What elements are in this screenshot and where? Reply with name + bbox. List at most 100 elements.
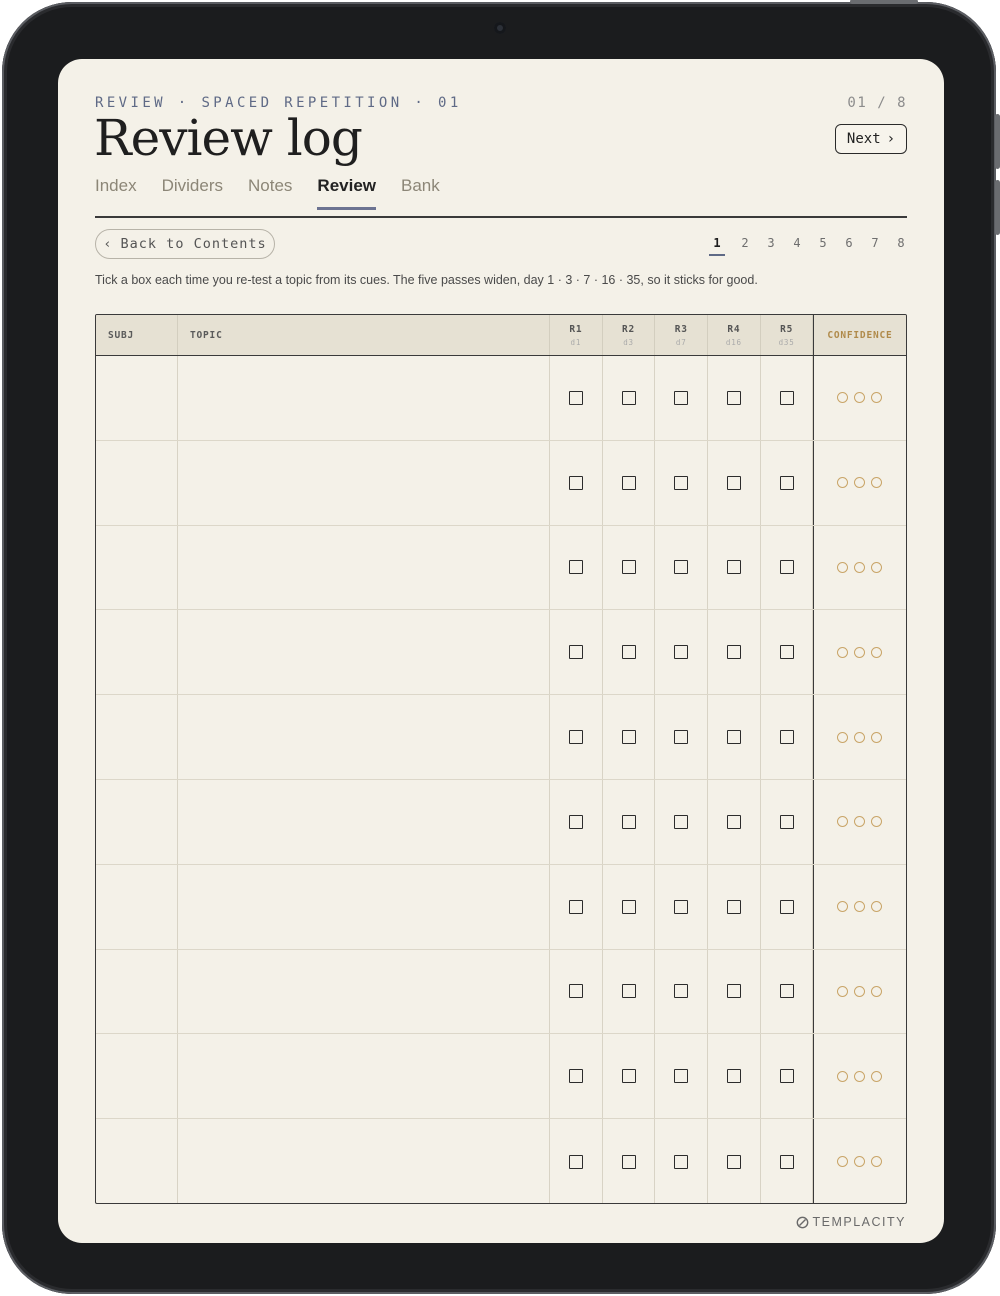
review-checkbox[interactable] bbox=[726, 1154, 741, 1169]
review-checkbox[interactable] bbox=[568, 899, 583, 914]
confidence-circle[interactable] bbox=[854, 985, 866, 997]
confidence-circle[interactable] bbox=[837, 392, 849, 404]
topic-cell[interactable] bbox=[178, 949, 550, 1034]
confidence-circle[interactable] bbox=[871, 901, 883, 913]
page-number-2[interactable]: 2 bbox=[739, 236, 751, 256]
review-checkbox[interactable] bbox=[568, 814, 583, 829]
review-checkbox[interactable] bbox=[674, 730, 689, 745]
review-checkbox[interactable] bbox=[674, 984, 689, 999]
confidence-circle[interactable] bbox=[837, 1070, 849, 1082]
confidence-circle[interactable] bbox=[837, 901, 849, 913]
review-checkbox[interactable] bbox=[726, 560, 741, 575]
confidence-circle[interactable] bbox=[854, 1070, 866, 1082]
topic-cell[interactable] bbox=[178, 525, 550, 610]
review-checkbox[interactable] bbox=[726, 1069, 741, 1084]
confidence-circle[interactable] bbox=[871, 561, 883, 573]
review-checkbox[interactable] bbox=[726, 645, 741, 660]
topic-cell[interactable] bbox=[178, 610, 550, 695]
confidence-circle[interactable] bbox=[854, 477, 866, 489]
review-checkbox[interactable] bbox=[621, 475, 636, 490]
confidence-circle[interactable] bbox=[871, 985, 883, 997]
tab-bank[interactable]: Bank bbox=[401, 176, 440, 208]
back-to-contents-button[interactable]: ‹ Back to Contents bbox=[95, 229, 275, 259]
confidence-circle[interactable] bbox=[871, 477, 883, 489]
review-checkbox[interactable] bbox=[621, 814, 636, 829]
confidence-circle[interactable] bbox=[871, 1070, 883, 1082]
tab-dividers[interactable]: Dividers bbox=[162, 176, 223, 208]
review-checkbox[interactable] bbox=[621, 1069, 636, 1084]
review-checkbox[interactable] bbox=[568, 560, 583, 575]
subject-cell[interactable] bbox=[96, 1119, 178, 1203]
review-checkbox[interactable] bbox=[726, 899, 741, 914]
review-checkbox[interactable] bbox=[779, 730, 794, 745]
review-checkbox[interactable] bbox=[726, 390, 741, 405]
review-checkbox[interactable] bbox=[779, 560, 794, 575]
confidence-circle[interactable] bbox=[837, 985, 849, 997]
page-number-7[interactable]: 7 bbox=[869, 236, 881, 256]
review-checkbox[interactable] bbox=[779, 899, 794, 914]
review-checkbox[interactable] bbox=[621, 984, 636, 999]
review-checkbox[interactable] bbox=[568, 390, 583, 405]
confidence-circle[interactable] bbox=[854, 1156, 866, 1168]
review-checkbox[interactable] bbox=[726, 475, 741, 490]
review-checkbox[interactable] bbox=[568, 730, 583, 745]
review-checkbox[interactable] bbox=[674, 645, 689, 660]
confidence-circle[interactable] bbox=[854, 901, 866, 913]
review-checkbox[interactable] bbox=[779, 475, 794, 490]
subject-cell[interactable] bbox=[96, 525, 178, 610]
page-number-3[interactable]: 3 bbox=[765, 236, 777, 256]
tab-index[interactable]: Index bbox=[95, 176, 137, 208]
page-number-6[interactable]: 6 bbox=[843, 236, 855, 256]
review-checkbox[interactable] bbox=[621, 390, 636, 405]
subject-cell[interactable] bbox=[96, 356, 178, 440]
topic-cell[interactable] bbox=[178, 779, 550, 864]
subject-cell[interactable] bbox=[96, 695, 178, 779]
topic-cell[interactable] bbox=[178, 356, 550, 440]
review-checkbox[interactable] bbox=[674, 814, 689, 829]
subject-cell[interactable] bbox=[96, 1034, 178, 1119]
review-checkbox[interactable] bbox=[779, 1154, 794, 1169]
review-checkbox[interactable] bbox=[779, 1069, 794, 1084]
confidence-circle[interactable] bbox=[837, 561, 849, 573]
review-checkbox[interactable] bbox=[779, 984, 794, 999]
review-checkbox[interactable] bbox=[726, 814, 741, 829]
review-checkbox[interactable] bbox=[621, 730, 636, 745]
tab-notes[interactable]: Notes bbox=[248, 176, 292, 208]
review-checkbox[interactable] bbox=[726, 730, 741, 745]
confidence-circle[interactable] bbox=[837, 646, 849, 658]
confidence-circle[interactable] bbox=[871, 731, 883, 743]
review-checkbox[interactable] bbox=[674, 560, 689, 575]
topic-cell[interactable] bbox=[178, 695, 550, 779]
review-checkbox[interactable] bbox=[621, 899, 636, 914]
subject-cell[interactable] bbox=[96, 949, 178, 1034]
confidence-circle[interactable] bbox=[871, 646, 883, 658]
review-checkbox[interactable] bbox=[568, 984, 583, 999]
confidence-circle[interactable] bbox=[854, 561, 866, 573]
topic-cell[interactable] bbox=[178, 1119, 550, 1203]
topic-cell[interactable] bbox=[178, 1034, 550, 1119]
subject-cell[interactable] bbox=[96, 864, 178, 949]
review-checkbox[interactable] bbox=[568, 1069, 583, 1084]
review-checkbox[interactable] bbox=[621, 1154, 636, 1169]
confidence-circle[interactable] bbox=[837, 477, 849, 489]
confidence-circle[interactable] bbox=[837, 731, 849, 743]
confidence-circle[interactable] bbox=[854, 392, 866, 404]
subject-cell[interactable] bbox=[96, 610, 178, 695]
review-checkbox[interactable] bbox=[568, 475, 583, 490]
review-checkbox[interactable] bbox=[674, 1154, 689, 1169]
confidence-circle[interactable] bbox=[854, 731, 866, 743]
review-checkbox[interactable] bbox=[779, 390, 794, 405]
confidence-circle[interactable] bbox=[871, 816, 883, 828]
review-checkbox[interactable] bbox=[779, 645, 794, 660]
page-number-5[interactable]: 5 bbox=[817, 236, 829, 256]
next-button[interactable]: Next › bbox=[835, 124, 907, 154]
page-number-4[interactable]: 4 bbox=[791, 236, 803, 256]
review-checkbox[interactable] bbox=[779, 814, 794, 829]
tab-review[interactable]: Review bbox=[317, 176, 376, 210]
topic-cell[interactable] bbox=[178, 864, 550, 949]
page-number-8[interactable]: 8 bbox=[895, 236, 907, 256]
topic-cell[interactable] bbox=[178, 440, 550, 525]
review-checkbox[interactable] bbox=[568, 645, 583, 660]
confidence-circle[interactable] bbox=[837, 1156, 849, 1168]
review-checkbox[interactable] bbox=[674, 1069, 689, 1084]
